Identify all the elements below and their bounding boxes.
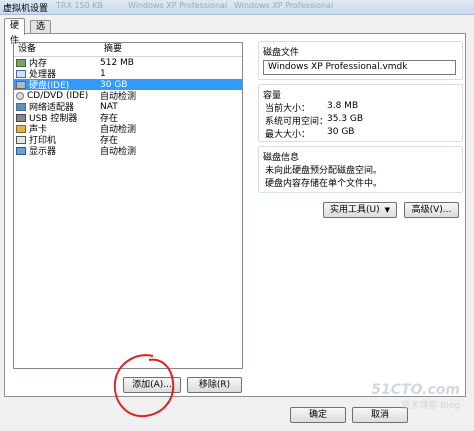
title-bar: 虚拟机设置 TRX 150 KB Windows XP Professional…	[0, 0, 474, 15]
field-value: 30 GB	[327, 127, 355, 137]
usb-icon	[16, 113, 26, 122]
utilities-button[interactable]: 实用工具(U) ▼	[323, 202, 397, 218]
list-item[interactable]: 显示器 自动检测	[14, 145, 242, 157]
ok-button[interactable]: 确定	[290, 407, 346, 423]
device-list[interactable]: 设备 摘要 内存 512 MB 处理器 1 硬盘(IDE) 30 GB CD/D…	[13, 42, 243, 369]
watermark-site: 51CTO.com	[371, 382, 460, 398]
device-summary: NAT	[100, 101, 118, 112]
max-size: 最大大小： 30 GB	[265, 127, 354, 140]
disk-info-group: 磁盘信息 未向此硬盘预分配磁盘空间。 硬盘内容存储在单个文件中。	[258, 146, 463, 193]
capacity-group: 容量 当前大小： 3.8 MB 系统可用空间： 35.3 GB 最大大小： 30 GB	[258, 84, 463, 142]
field-value: 3.8 MB	[327, 101, 359, 111]
field-label: 当前大小：	[265, 104, 311, 114]
chevron-down-icon: ▼	[384, 206, 390, 214]
group-title: 容量	[263, 91, 282, 101]
sound-card-icon	[16, 124, 26, 133]
background-window-text: Windows XP Professional	[128, 1, 228, 10]
tab-options[interactable]: 选项	[30, 20, 52, 45]
processor-icon	[16, 69, 26, 78]
cd-dvd-icon	[16, 91, 24, 100]
device-name: 显示器	[29, 147, 57, 157]
disk-info-line: 未向此硬盘预分配磁盘空间。	[265, 166, 383, 176]
remove-button[interactable]: 移除(R)	[187, 377, 242, 393]
system-free-space: 系统可用空间： 35.3 GB	[265, 114, 363, 127]
device-name: CD/DVD (IDE)	[27, 90, 89, 101]
device-summary: 1	[100, 68, 106, 79]
device-list-header: 设备 摘要	[14, 43, 242, 57]
field-label: 最大大小：	[265, 130, 311, 140]
disk-file-group: 磁盘文件 Windows XP Professional.vmdk	[258, 41, 463, 80]
advanced-button[interactable]: 高级(V)...	[404, 202, 459, 218]
watermark: 51CTO.com 技术博客 Blog	[371, 382, 460, 411]
field-label: 系统可用空间：	[265, 117, 329, 127]
memory-icon	[16, 58, 26, 67]
group-title: 磁盘文件	[263, 48, 300, 58]
disk-file-field[interactable]: Windows XP Professional.vmdk	[263, 60, 456, 75]
device-summary: 512 MB	[100, 57, 134, 68]
group-title: 磁盘信息	[263, 153, 300, 163]
column-header-summary[interactable]: 摘要	[100, 43, 242, 56]
display-icon	[16, 146, 26, 155]
printer-icon	[16, 135, 26, 144]
column-header-device[interactable]: 设备	[14, 43, 100, 56]
tab-hardware[interactable]: 硬件	[4, 18, 26, 46]
device-summary: 30 GB	[100, 79, 128, 90]
device-summary: 自动检测	[100, 147, 137, 157]
add-button[interactable]: 添加(A)...	[123, 377, 181, 393]
window-title: 虚拟机设置	[3, 4, 49, 14]
network-adapter-icon	[16, 102, 26, 111]
background-window-text: TRX 150 KB	[56, 1, 104, 10]
utilities-label: 实用工具(U)	[329, 205, 380, 215]
disk-info-line: 硬盘内容存储在单个文件中。	[265, 179, 383, 189]
background-window-text: Windows XP Professional	[234, 1, 334, 10]
watermark-subtitle: 技术博客 Blog	[401, 401, 460, 411]
field-value: 35.3 GB	[327, 114, 364, 124]
device-name: 硬盘(IDE)	[29, 81, 70, 91]
hard-disk-icon	[16, 80, 26, 89]
current-size: 当前大小： 3.8 MB	[265, 101, 358, 114]
hardware-panel: 设备 摘要 内存 512 MB 处理器 1 硬盘(IDE) 30 GB CD/D…	[4, 33, 466, 397]
device-summary: 自动检测	[100, 92, 137, 102]
